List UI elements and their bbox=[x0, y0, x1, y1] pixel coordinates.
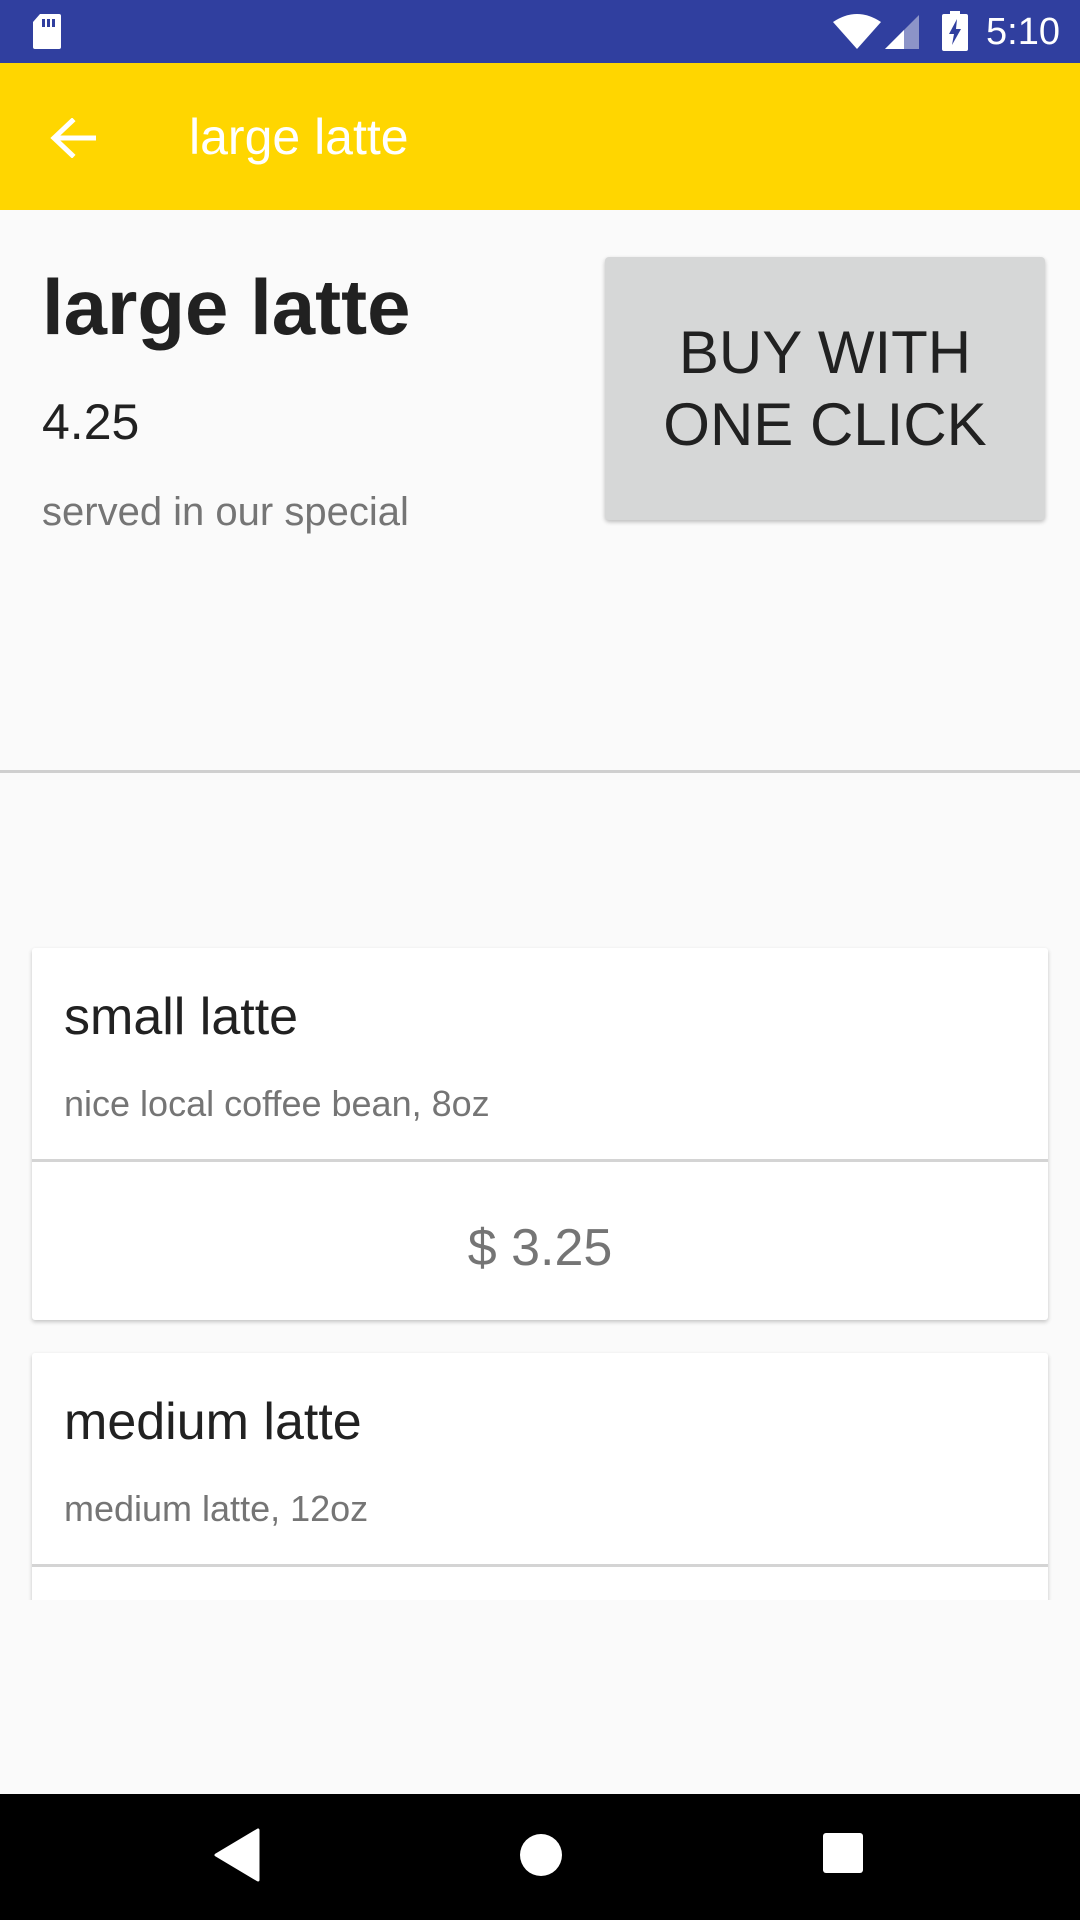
sd-card-icon bbox=[33, 14, 61, 49]
status-bar: 5:10 bbox=[0, 0, 1080, 63]
nav-back-icon[interactable] bbox=[214, 1828, 260, 1882]
status-time: 5:10 bbox=[986, 11, 1060, 53]
app-bar: large latte bbox=[0, 63, 1080, 210]
divider bbox=[0, 770, 1080, 773]
card-description: nice local coffee bean, 8oz bbox=[64, 1083, 490, 1124]
product-card-medium-latte[interactable]: medium latte medium latte, 12oz bbox=[32, 1353, 1048, 1600]
arrow-back-icon bbox=[50, 118, 96, 158]
nav-home-icon[interactable] bbox=[518, 1832, 564, 1878]
card-divider bbox=[32, 1159, 1048, 1162]
card-description: medium latte, 12oz bbox=[64, 1488, 369, 1529]
nav-recents-icon[interactable] bbox=[822, 1832, 864, 1874]
product-list[interactable]: small latte nice local coffee bean, 8oz … bbox=[0, 940, 1080, 1600]
screen: 5:10 large latte large latte 4.25 served… bbox=[0, 0, 1080, 1920]
signal-icon bbox=[885, 15, 919, 49]
product-price: 4.25 bbox=[42, 394, 140, 450]
wifi-icon bbox=[833, 14, 881, 49]
product-name: large latte bbox=[42, 263, 411, 351]
battery-charging-icon bbox=[942, 11, 968, 51]
card-price: $ 3.25 bbox=[467, 1219, 613, 1277]
buy-one-click-button[interactable]: BUY WITH ONE CLICK bbox=[605, 257, 1045, 520]
card-divider bbox=[32, 1564, 1048, 1567]
product-description: served in our special bbox=[42, 490, 409, 534]
back-button[interactable] bbox=[30, 103, 116, 173]
card-title: medium latte bbox=[64, 1393, 362, 1451]
app-bar-title: large latte bbox=[189, 109, 409, 165]
navigation-bar bbox=[0, 1794, 1080, 1920]
card-title: small latte bbox=[64, 988, 299, 1046]
product-card-small-latte[interactable]: small latte nice local coffee bean, 8oz … bbox=[32, 948, 1048, 1320]
